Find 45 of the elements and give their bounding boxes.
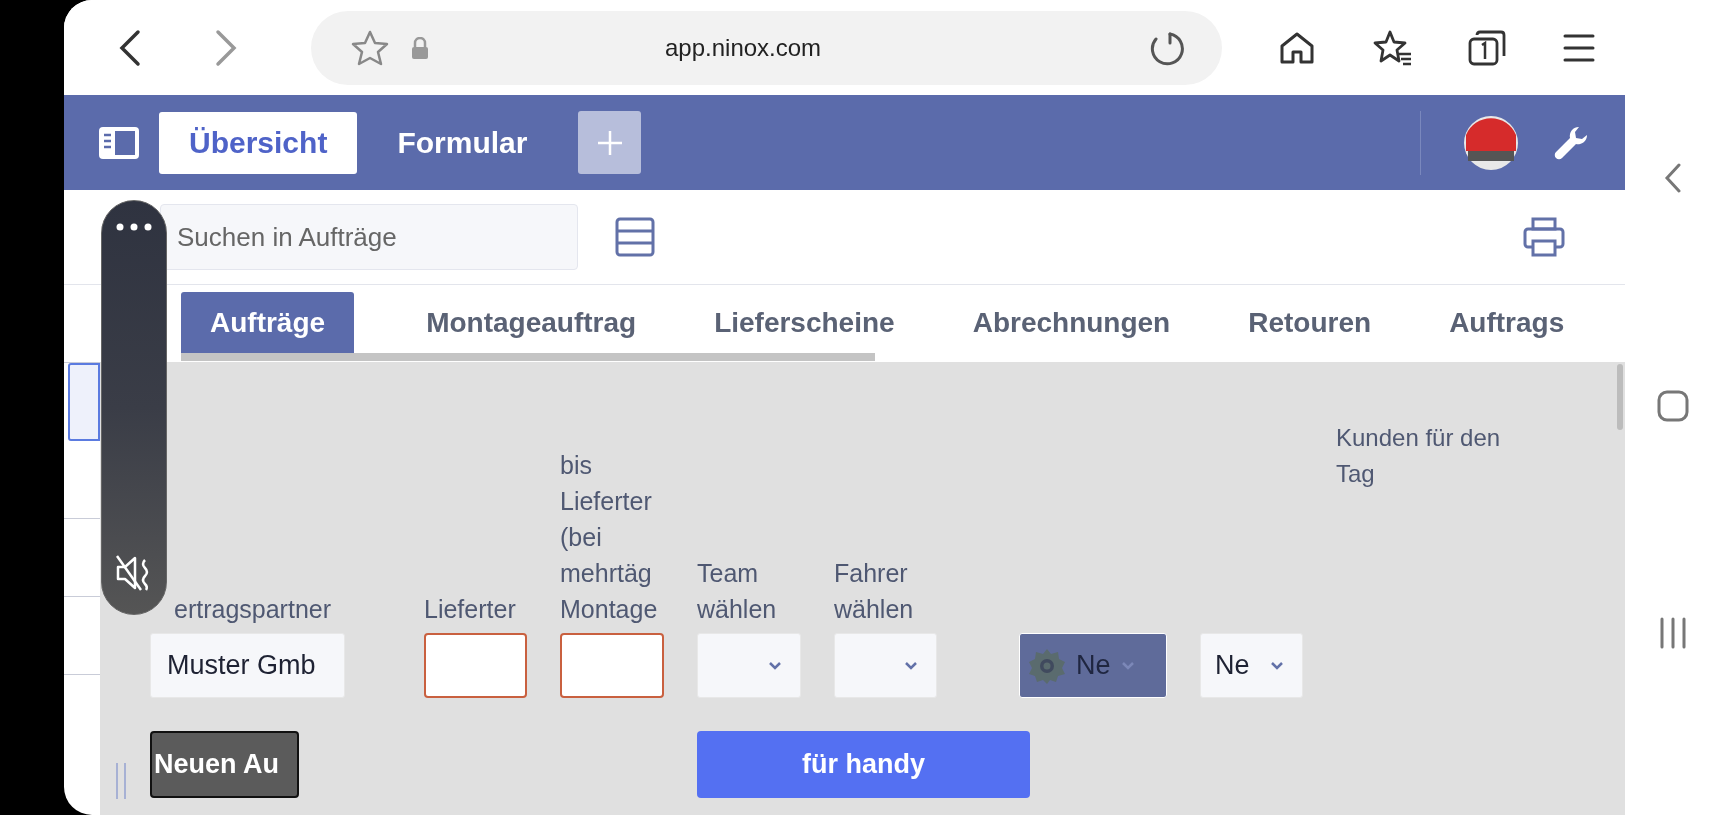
table-tab[interactable]: Lieferscheine (708, 292, 901, 353)
avatar-icon[interactable] (1463, 114, 1519, 171)
list-view-icon[interactable] (615, 217, 655, 257)
table-tab[interactable]: Aufträge (181, 292, 355, 353)
search-field[interactable]: Suchen in Aufträge (160, 204, 578, 270)
print-icon[interactable] (1523, 217, 1565, 257)
address-bar[interactable]: app.ninox.com (311, 10, 1222, 85)
table-tab[interactable]: Abrechnungen (966, 292, 1177, 353)
selected-row[interactable] (68, 363, 100, 441)
field-label: Fahrer wählen (834, 558, 915, 625)
field-label: ertragspartner (173, 594, 333, 625)
chevron-down-icon (904, 661, 918, 670)
chevron-down-icon (768, 661, 782, 670)
table-tab[interactable]: Montageauftrag (420, 292, 643, 353)
field-label: Kunden für den Tag (1336, 423, 1502, 489)
field-label: Lieferter (424, 594, 517, 625)
plus-icon (596, 129, 623, 156)
chevron-down-icon (1270, 661, 1284, 670)
header-tab[interactable]: Übersicht (159, 111, 358, 174)
header-tab[interactable]: Formular (367, 111, 558, 174)
date-field[interactable] (560, 633, 664, 698)
field-label: Team wählen (697, 558, 778, 625)
field-label: bis Lieferter (bei mehrtäg Montage (560, 450, 659, 625)
action-button[interactable]: Neuen Au (150, 731, 299, 798)
primary-button[interactable]: für handy (697, 731, 1030, 798)
star-icon[interactable] (351, 29, 389, 66)
home-nav-icon[interactable] (1656, 390, 1689, 422)
scrollbar[interactable] (1617, 364, 1623, 430)
chevron-down-icon (1120, 661, 1135, 670)
menu-icon[interactable] (1563, 32, 1595, 63)
dropdown[interactable]: Ne (1200, 633, 1303, 698)
bookmarks-icon[interactable] (1373, 29, 1413, 66)
tabs-icon[interactable] (1467, 29, 1507, 66)
home-icon[interactable] (1279, 30, 1315, 65)
text-field[interactable]: Muster Gmb (150, 633, 345, 698)
table-tab[interactable]: Auftrags (1443, 292, 1571, 353)
recents-nav-icon[interactable] (1658, 617, 1687, 649)
lock-icon (411, 36, 429, 59)
more-icon[interactable] (116, 223, 152, 231)
table-tab[interactable]: Retouren (1242, 292, 1378, 353)
url-text: app.ninox.com (665, 32, 822, 63)
date-field[interactable] (424, 633, 527, 698)
back-nav-icon[interactable] (1663, 163, 1682, 193)
tab-scrollbar[interactable] (181, 353, 875, 361)
sidebar-toggle-icon[interactable] (98, 125, 140, 160)
